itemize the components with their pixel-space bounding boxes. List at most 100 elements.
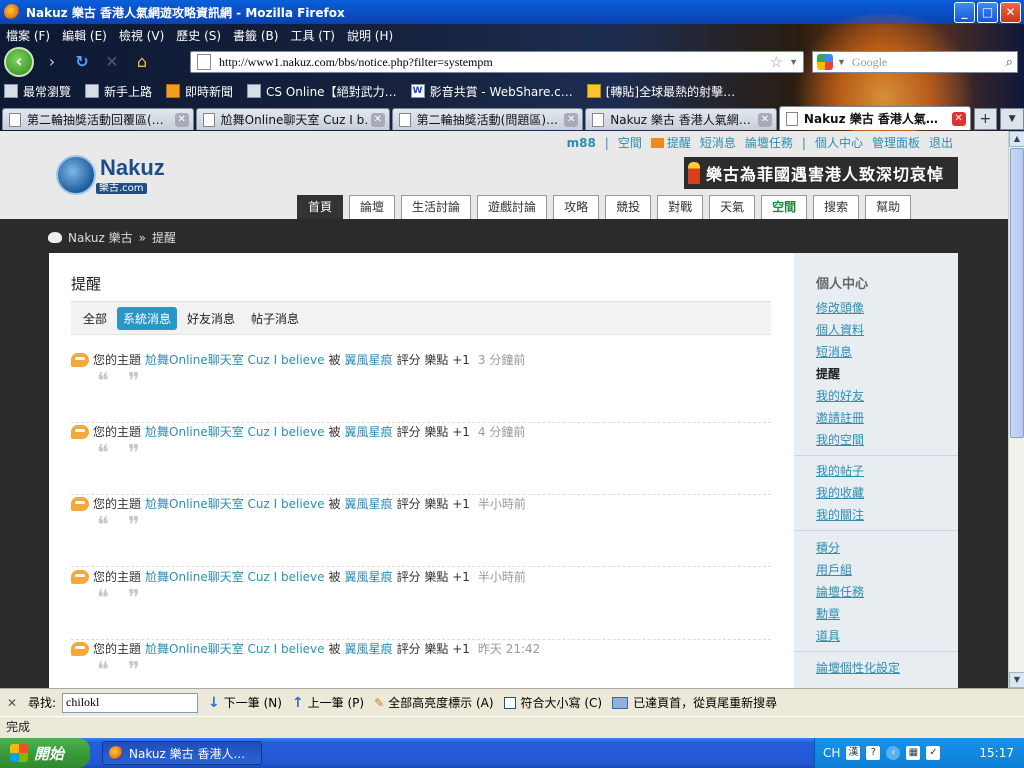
- search-engine-dropdown-icon[interactable]: ▼: [837, 57, 846, 67]
- sidebar-item-props[interactable]: 道具: [794, 625, 958, 647]
- nav-search[interactable]: 搜索: [813, 195, 860, 219]
- sidebar-item-pm[interactable]: 短消息: [794, 341, 958, 363]
- help-icon[interactable]: ?: [866, 746, 881, 760]
- find-input[interactable]: [62, 692, 199, 713]
- username-link[interactable]: m88: [567, 136, 596, 150]
- topic-link[interactable]: 尬舞Online聊天室 Cuz I believe: [145, 568, 325, 585]
- tab-list-button[interactable]: ▼: [1000, 108, 1024, 130]
- maximize-button[interactable]: □: [977, 1, 998, 23]
- logout-link[interactable]: 退出: [929, 134, 953, 151]
- topic-link[interactable]: 尬舞Online聊天室 Cuz I believe: [145, 423, 325, 440]
- google-icon[interactable]: [817, 54, 833, 70]
- menu-history[interactable]: 歷史 (S): [170, 27, 227, 44]
- remind-link[interactable]: 提醒: [650, 134, 691, 151]
- search-bar[interactable]: ▼ Google ⌕: [812, 51, 1018, 73]
- tasks-link[interactable]: 論壇任務: [745, 134, 793, 151]
- browser-tab[interactable]: Nakuz 樂古 香港人氣網… ✕: [585, 108, 777, 130]
- filter-all[interactable]: 全部: [77, 307, 113, 330]
- space-link[interactable]: 空間: [618, 134, 642, 151]
- sidebar-item-usergroup[interactable]: 用戶組: [794, 559, 958, 581]
- topic-link[interactable]: 尬舞Online聊天室 Cuz I believe: [145, 640, 325, 657]
- forward-button[interactable]: ›: [40, 50, 64, 74]
- browser-tab[interactable]: 第二輪抽獎活動(問題區)… ✕: [391, 108, 584, 130]
- nav-space[interactable]: 空間: [761, 195, 808, 219]
- taskbar-firefox-item[interactable]: Nakuz 樂古 香港人...: [102, 741, 262, 765]
- sidebar-item-space[interactable]: 我的空間: [794, 429, 958, 451]
- new-tab-button[interactable]: +: [973, 108, 998, 130]
- bookmark-item[interactable]: W 影音共賞 - WebShare.c…: [410, 83, 573, 100]
- stop-button[interactable]: ✕: [100, 50, 124, 74]
- bookmark-item[interactable]: 最常瀏覽: [4, 83, 71, 100]
- highlight-all-button[interactable]: ✎ 全部高亮度標示 (A): [374, 694, 493, 711]
- menu-help[interactable]: 說明 (H): [341, 27, 399, 44]
- bookmark-item[interactable]: CS Online【絕對武力…: [247, 83, 397, 100]
- sidebar-item-avatar[interactable]: 修改頭像: [794, 297, 958, 319]
- browser-tab-active[interactable]: Nakuz 樂古 香港人氣… ✕: [778, 106, 971, 130]
- vertical-scrollbar[interactable]: ▲ ▼: [1008, 131, 1024, 688]
- find-next-button[interactable]: ↓ 下一筆 (N): [208, 694, 282, 711]
- memorial-banner[interactable]: 樂古為菲國遇害港人致深切哀悼: [684, 157, 958, 189]
- sidebar-item-customize[interactable]: 論壇個性化設定: [794, 657, 958, 679]
- network-icon[interactable]: ▦: [906, 746, 921, 760]
- bookmark-item[interactable]: 新手上路: [85, 83, 152, 100]
- sidebar-item-notice[interactable]: 提醒: [794, 363, 958, 385]
- clock[interactable]: 15:17: [979, 746, 1014, 760]
- bookmark-item[interactable]: [轉貼]全球最熱的射擊…: [586, 83, 735, 100]
- reload-button[interactable]: ↻: [70, 50, 94, 74]
- url-dropdown-icon[interactable]: ▼: [789, 57, 798, 67]
- tray-expand-icon[interactable]: ‹: [886, 746, 901, 760]
- user-link[interactable]: 翼風星痕: [345, 495, 393, 512]
- filter-system[interactable]: 系統消息: [117, 306, 178, 330]
- url-bar[interactable]: http://www1.nakuz.com/bbs/notice.php?fil…: [190, 51, 804, 73]
- nav-auction[interactable]: 競投: [605, 195, 652, 219]
- user-link[interactable]: 翼風星痕: [345, 351, 393, 368]
- sidebar-item-invite[interactable]: 邀請註冊: [794, 407, 958, 429]
- sidebar-item-tasks[interactable]: 論壇任務: [794, 581, 958, 603]
- topic-link[interactable]: 尬舞Online聊天室 Cuz I believe: [145, 495, 325, 512]
- pm-link[interactable]: 短消息: [700, 134, 736, 151]
- menu-file[interactable]: 檔案 (F): [0, 27, 56, 44]
- sidebar-item-favorites[interactable]: 我的收藏: [794, 482, 958, 504]
- sidebar-item-following[interactable]: 我的關注: [794, 504, 958, 526]
- start-button[interactable]: 開始: [0, 738, 90, 768]
- close-tab-icon[interactable]: ✕: [370, 112, 385, 127]
- checkbox-icon[interactable]: [503, 696, 516, 709]
- menu-edit[interactable]: 編輯 (E): [56, 27, 113, 44]
- antivirus-icon[interactable]: ✓: [926, 746, 941, 760]
- close-tab-icon[interactable]: ✕: [174, 112, 189, 127]
- url-text[interactable]: http://www1.nakuz.com/bbs/notice.php?fil…: [219, 55, 770, 70]
- nav-forum[interactable]: 論壇: [349, 195, 396, 219]
- close-tab-icon[interactable]: ✕: [951, 111, 966, 126]
- nav-help[interactable]: 幫助: [865, 195, 912, 219]
- match-case-checkbox[interactable]: 符合大小寫 (C): [503, 694, 602, 711]
- minimize-button[interactable]: _: [954, 1, 975, 23]
- admin-link[interactable]: 管理面板: [872, 134, 920, 151]
- nav-guides[interactable]: 攻略: [553, 195, 600, 219]
- back-button[interactable]: ‹: [4, 47, 34, 77]
- center-link[interactable]: 個人中心: [815, 134, 863, 151]
- sidebar-item-myposts[interactable]: 我的帖子: [794, 460, 958, 482]
- nav-games[interactable]: 遊戲討論: [477, 195, 548, 219]
- sidebar-item-credits[interactable]: 積分: [794, 537, 958, 559]
- bookmark-star-icon[interactable]: ☆: [770, 53, 783, 72]
- filter-friend[interactable]: 好友消息: [181, 307, 241, 330]
- sidebar-item-profile[interactable]: 個人資料: [794, 319, 958, 341]
- bookmark-item[interactable]: 即時新聞: [166, 83, 233, 100]
- sidebar-item-friends[interactable]: 我的好友: [794, 385, 958, 407]
- language-indicator[interactable]: CH: [823, 746, 840, 760]
- scroll-thumb[interactable]: [1010, 148, 1024, 438]
- nav-weather[interactable]: 天氣: [709, 195, 756, 219]
- site-logo[interactable]: Nakuz 樂古.com: [56, 155, 165, 195]
- user-link[interactable]: 翼風星痕: [345, 568, 393, 585]
- search-placeholder[interactable]: Google: [852, 55, 1006, 70]
- menu-tools[interactable]: 工具 (T): [284, 27, 341, 44]
- nav-battle[interactable]: 對戰: [657, 195, 704, 219]
- find-prev-button[interactable]: ↑ 上一筆 (P): [292, 694, 364, 711]
- sidebar-item-medals[interactable]: 勳章: [794, 603, 958, 625]
- close-tab-icon[interactable]: ✕: [564, 112, 579, 127]
- menu-view[interactable]: 檢視 (V): [113, 27, 170, 44]
- browser-tab[interactable]: 第二輪抽獎活動回覆區(… ✕: [2, 108, 194, 130]
- user-link[interactable]: 翼風星痕: [345, 423, 393, 440]
- close-window-button[interactable]: ✕: [1000, 1, 1021, 23]
- search-icon[interactable]: ⌕: [1006, 54, 1013, 70]
